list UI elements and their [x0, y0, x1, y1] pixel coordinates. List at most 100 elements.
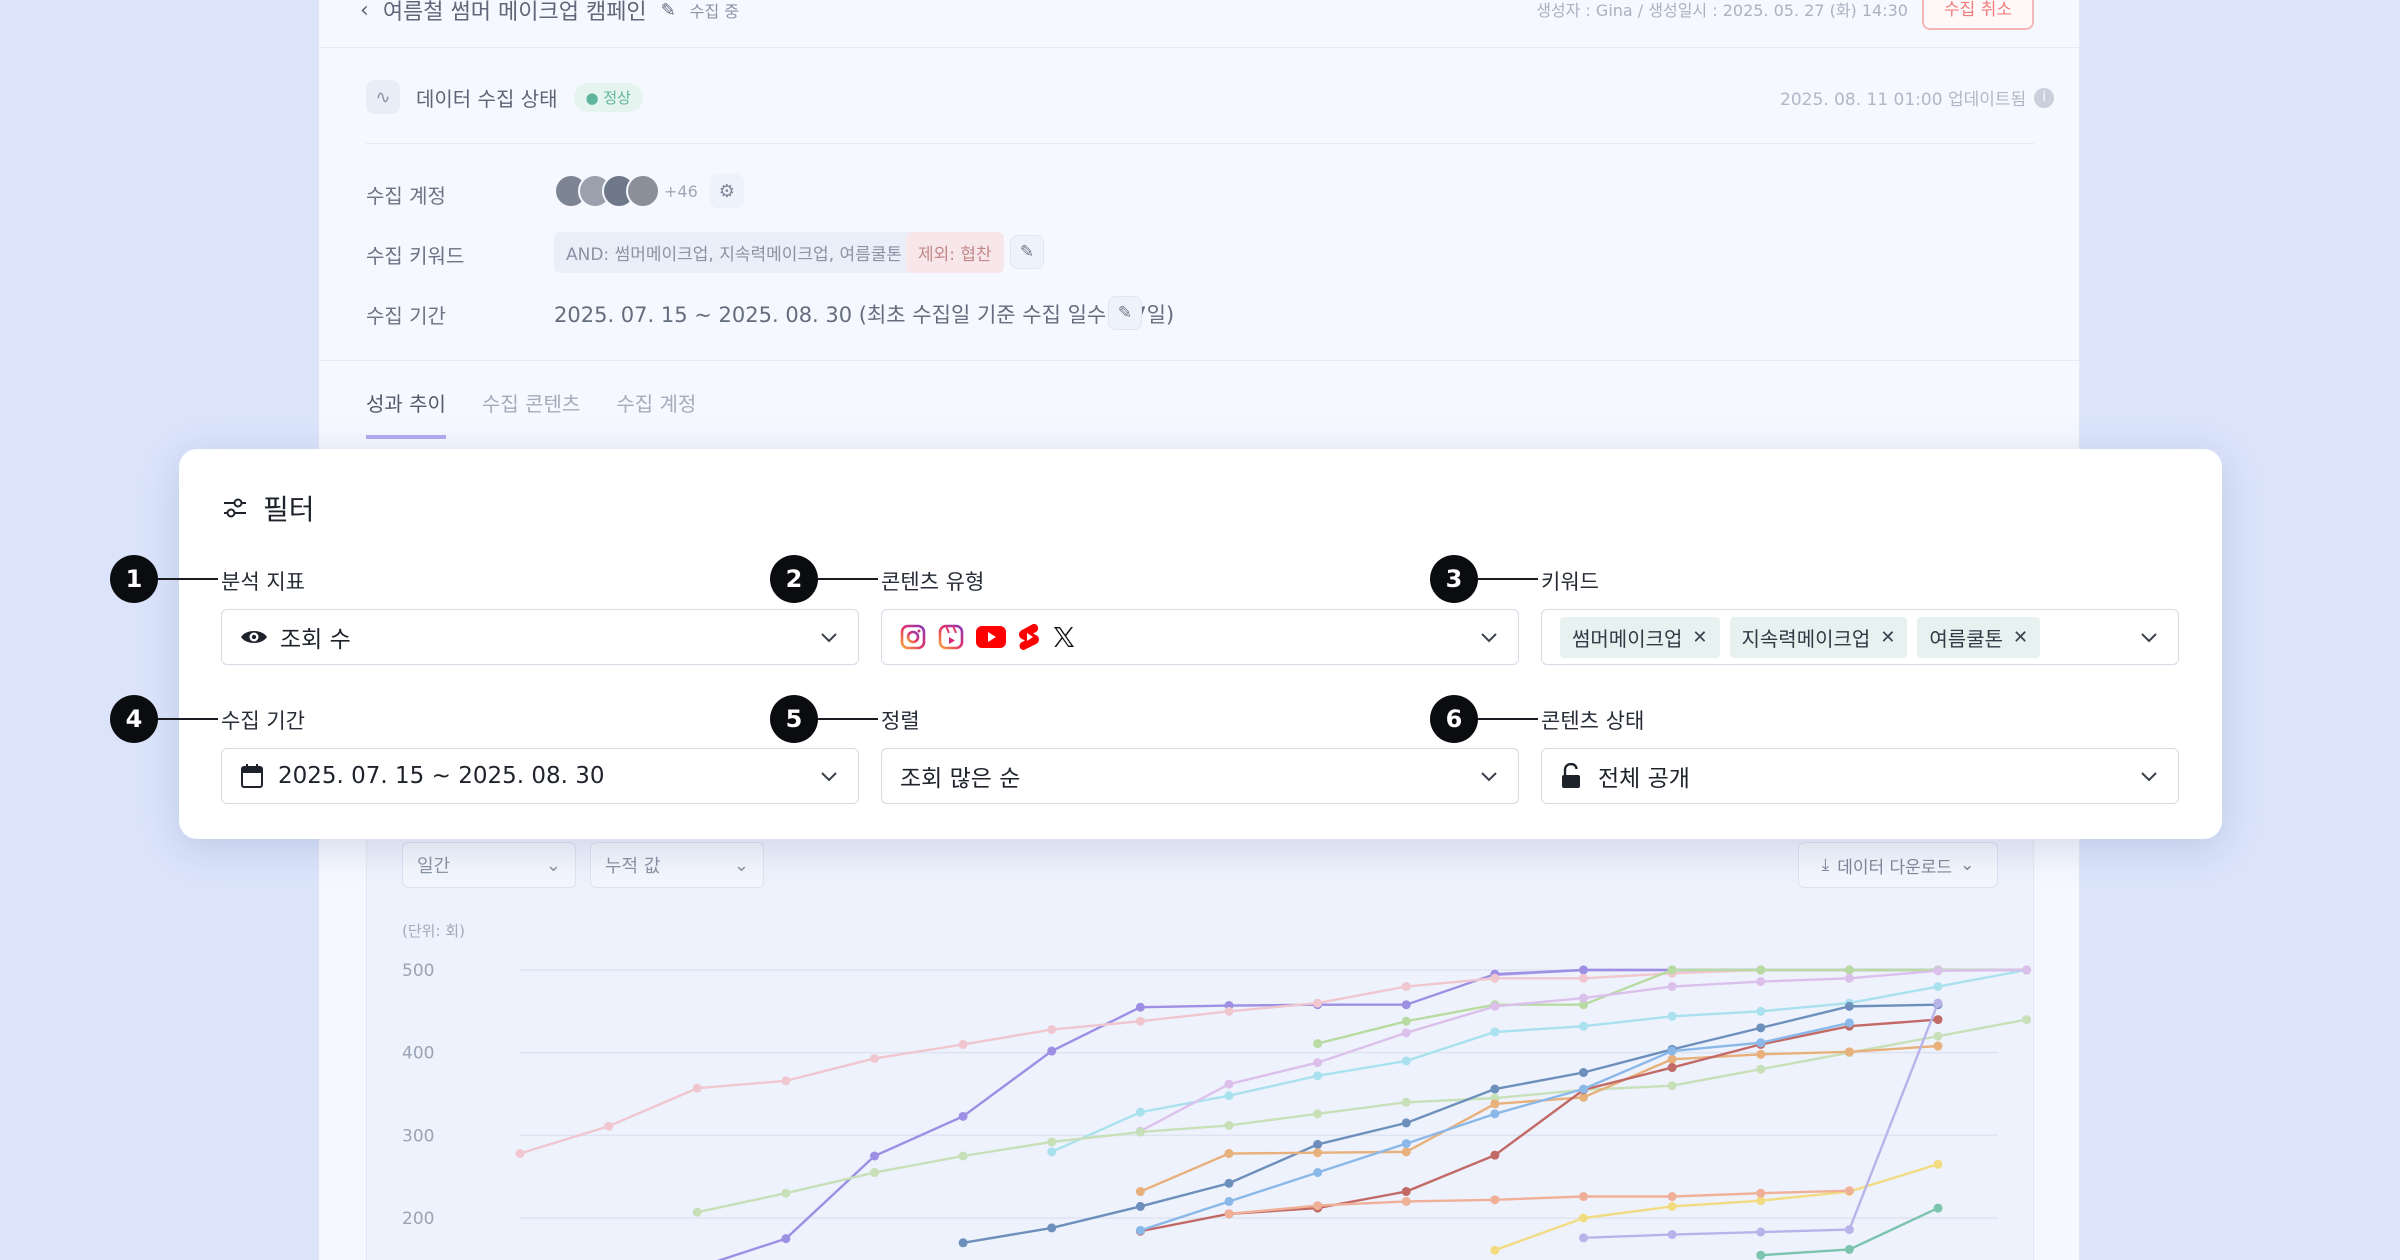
data-point	[1224, 1149, 1234, 1159]
data-point	[1579, 1233, 1588, 1243]
content-status-select[interactable]: 전체 공개	[1541, 748, 2179, 804]
data-point	[1135, 1187, 1145, 1197]
data-point	[1047, 1223, 1057, 1233]
data-point	[1667, 1011, 1677, 1021]
data-point	[1224, 1091, 1234, 1101]
data-point	[1313, 998, 1323, 1008]
data-point	[692, 1207, 702, 1217]
tab-contents[interactable]: 수집 콘텐츠	[482, 388, 580, 439]
data-point	[1933, 966, 1943, 976]
data-point	[2022, 965, 2032, 975]
instagram-icon	[900, 624, 926, 650]
value-mode-select[interactable]: 누적 값 ⌄	[590, 842, 764, 888]
cancel-collection-button[interactable]: 수집 취소	[1922, 0, 2034, 30]
data-point	[1756, 1006, 1766, 1016]
remove-tag-icon[interactable]: ✕	[1692, 627, 1707, 648]
interval-select[interactable]: 일간 ⌄	[402, 842, 576, 888]
data-point	[1401, 1147, 1411, 1157]
data-point	[1135, 1002, 1145, 1012]
chevron-down-icon	[2141, 633, 2157, 643]
data-point	[1401, 1196, 1411, 1206]
data-point	[1933, 982, 1943, 992]
x-icon	[1054, 627, 1074, 647]
data-point	[870, 1168, 879, 1178]
data-point	[1579, 1084, 1588, 1094]
chevron-down-icon: ⌄	[733, 854, 749, 876]
series-line	[962, 1003, 1939, 1244]
data-point	[1756, 977, 1766, 987]
campaign-meta: 생성자 : Gina / 생성일시 : 2025. 05. 27 (화) 14:…	[1536, 1, 1908, 20]
data-point	[1224, 1178, 1234, 1188]
back-icon[interactable]: ‹	[360, 0, 369, 23]
account-avatars[interactable]: +46 ⚙	[554, 174, 744, 208]
callout-line	[158, 718, 218, 720]
tab-accounts[interactable]: 수집 계정	[616, 388, 696, 439]
data-point	[1844, 1001, 1854, 1011]
data-point	[1401, 1028, 1411, 1038]
data-point	[1224, 1079, 1234, 1089]
callout-badge-5: 5	[770, 695, 818, 743]
divider	[366, 143, 2034, 144]
metric-select[interactable]: 조회 수	[221, 609, 859, 665]
metric-label: 분석 지표	[221, 570, 305, 594]
youtube-shorts-icon	[1019, 623, 1039, 650]
data-point	[1401, 1000, 1411, 1010]
data-point	[1313, 1109, 1323, 1119]
data-point	[1135, 1127, 1145, 1137]
youtube-icon	[976, 626, 1006, 648]
data-point	[1933, 1041, 1943, 1051]
series-line	[1228, 1189, 1850, 1216]
remove-tag-icon[interactable]: ✕	[1880, 627, 1895, 648]
content-type-label: 콘텐츠 유형	[881, 570, 985, 594]
callout-line	[818, 718, 878, 720]
data-point	[781, 1234, 791, 1244]
edit-period-icon[interactable]: ✎	[1108, 296, 1142, 330]
callout-line	[1478, 578, 1538, 580]
data-point	[2022, 1015, 2032, 1025]
data-point	[1490, 1099, 1500, 1109]
data-point	[1224, 1209, 1234, 1219]
data-point	[1756, 1049, 1766, 1059]
content-type-icons	[900, 623, 1076, 651]
y-tick-label: 500	[402, 961, 434, 981]
data-download-button[interactable]: ⤓ 데이터 다운로드 ⌄	[1798, 842, 1998, 888]
gear-icon[interactable]: ⚙	[709, 174, 744, 208]
callout-badge-2: 2	[770, 555, 818, 603]
data-point	[1401, 1187, 1411, 1197]
edit-keywords-icon[interactable]: ✎	[1010, 235, 1044, 269]
data-point	[1313, 1058, 1323, 1068]
data-point	[1224, 1120, 1234, 1130]
tab-performance[interactable]: 성과 추이	[366, 388, 446, 439]
data-point	[1401, 1097, 1411, 1107]
data-point	[1135, 1201, 1145, 1211]
data-point	[1490, 1001, 1500, 1011]
data-point	[1844, 1047, 1854, 1057]
data-point	[958, 1151, 968, 1161]
pencil-icon[interactable]: ✎	[661, 0, 676, 21]
content-status-label: 콘텐츠 상태	[1541, 709, 1645, 733]
collection-status-row: ∿ 데이터 수집 상태 ● 정상	[366, 80, 643, 114]
data-point	[1933, 998, 1943, 1008]
keywords-and-chip: AND: 썸머메이크업, 지속력메이크업, 여름쿨톤	[554, 232, 915, 273]
period-filter-select[interactable]: 2025. 07. 15 ~ 2025. 08. 30	[221, 748, 859, 804]
remove-tag-icon[interactable]: ✕	[2013, 627, 2028, 648]
callout-badge-1: 1	[110, 555, 158, 603]
data-point	[1313, 1071, 1323, 1081]
data-point	[1401, 1016, 1411, 1026]
callout-badge-6: 6	[1430, 695, 1478, 743]
y-tick-label: 300	[402, 1126, 434, 1146]
series-line	[716, 968, 2027, 1260]
callout-badge-3: 3	[1430, 555, 1478, 603]
keyword-select[interactable]: 썸머메이크업 ✕ 지속력메이크업 ✕ 여름쿨톤 ✕	[1541, 609, 2179, 665]
info-icon[interactable]: i	[2034, 87, 2055, 108]
data-point	[1135, 1107, 1145, 1117]
data-point	[1401, 1056, 1411, 1066]
unlock-icon	[1562, 763, 1580, 788]
data-point	[604, 1121, 614, 1131]
sort-select[interactable]: 조회 많은 순	[881, 748, 1519, 804]
content-type-select[interactable]	[881, 609, 1519, 665]
data-point	[1579, 1021, 1588, 1031]
series-line	[1140, 1018, 1939, 1233]
data-point	[1756, 1227, 1766, 1237]
updated-time: 2025. 08. 11 01:00 업데이트됨 i	[1780, 85, 2055, 110]
